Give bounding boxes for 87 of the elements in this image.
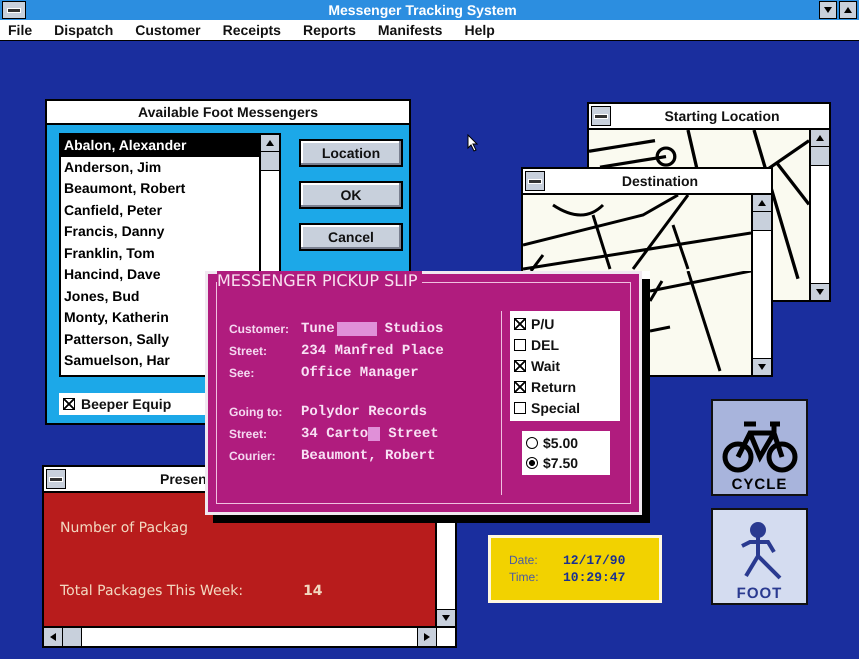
menu-item[interactable]: File	[8, 22, 32, 38]
menu-item[interactable]: Receipts	[222, 22, 281, 38]
scroll-up-icon[interactable]	[261, 135, 279, 152]
field-label: Customer:	[229, 322, 290, 336]
list-item[interactable]: Beaumont, Robert	[61, 178, 259, 200]
stat-label: Number of Packag	[60, 520, 188, 536]
tile-label: CYCLE	[732, 477, 788, 493]
window-title: Destination	[620, 173, 700, 189]
window-title: Presen	[159, 471, 208, 487]
window-title: Starting Location	[663, 108, 781, 124]
scroll-thumb[interactable]	[261, 152, 279, 171]
checkbox-label: P/U	[531, 316, 554, 332]
list-item[interactable]: Abalon, Alexander	[61, 135, 259, 156]
field-value[interactable]: Tune	[301, 320, 335, 336]
menu-item[interactable]: Customer	[135, 22, 201, 38]
radio-button[interactable]	[526, 457, 538, 469]
dialog-title: Available Foot Messengers	[47, 101, 409, 125]
dialog-button[interactable]: Location	[299, 139, 403, 167]
system-menu-icon[interactable]	[2, 1, 26, 19]
system-menu-icon[interactable]	[46, 469, 66, 489]
scroll-down-icon[interactable]	[753, 358, 771, 375]
dialog-button[interactable]: Cancel	[299, 223, 403, 251]
field-label: Going to:	[229, 404, 284, 418]
list-item[interactable]: Franklin, Tom	[61, 242, 259, 264]
redaction-mark	[336, 322, 377, 336]
radio-button[interactable]	[526, 437, 538, 449]
dialog-button[interactable]: OK	[299, 181, 403, 209]
menu-item[interactable]: Dispatch	[54, 22, 114, 38]
scroll-up-icon[interactable]	[753, 195, 771, 212]
clock-label: Time:	[509, 570, 540, 585]
scroll-down-icon[interactable]	[811, 283, 829, 300]
mode-tile[interactable]: FOOT	[711, 508, 808, 605]
field-value[interactable]: Street	[388, 426, 439, 442]
clock-value: 12/17/90	[563, 553, 626, 568]
checkbox[interactable]	[514, 339, 526, 351]
redaction-mark	[368, 426, 380, 440]
checkbox-label: Special	[531, 400, 580, 416]
menu-item[interactable]: Help	[464, 22, 495, 38]
minimize-icon[interactable]	[819, 1, 837, 19]
checkbox-label: Return	[531, 379, 576, 395]
field-value[interactable]: Studios	[384, 320, 444, 336]
clock-value: 10:29:47	[563, 570, 626, 585]
field-value[interactable]: 234 Manfred Place	[301, 342, 444, 358]
list-item[interactable]: Francis, Danny	[61, 221, 259, 242]
checkbox[interactable]	[514, 318, 526, 330]
stat-value: 14	[303, 582, 323, 599]
checkbox[interactable]	[514, 381, 526, 393]
system-menu-icon[interactable]	[591, 106, 611, 126]
stat-label: Total Packages This Week:	[60, 582, 244, 599]
scroll-left-icon[interactable]	[44, 628, 63, 646]
mouse-pointer-icon	[467, 134, 479, 152]
checkbox-label: Wait	[531, 358, 560, 374]
field-value[interactable]: Beaumont, Robert	[301, 448, 436, 464]
scroll-right-icon[interactable]	[417, 628, 437, 646]
radio-label: $5.00	[543, 435, 578, 451]
field-label: Street:	[229, 344, 268, 358]
scrollbar[interactable]	[809, 130, 829, 300]
list-item[interactable]: Anderson, Jim	[61, 156, 259, 178]
scroll-thumb[interactable]	[753, 212, 771, 231]
radio-label: $7.50	[543, 455, 578, 471]
clock-label: Date:	[509, 553, 539, 568]
checkbox[interactable]	[63, 398, 75, 410]
bicycle-icon	[722, 419, 798, 475]
mode-tile[interactable]: CYCLE	[711, 399, 808, 496]
checkbox[interactable]	[514, 402, 526, 414]
scroll-thumb[interactable]	[63, 628, 82, 646]
system-menu-icon[interactable]	[525, 171, 545, 191]
scroll-up-icon[interactable]	[811, 130, 829, 147]
checkbox-label: Beeper Equip	[81, 396, 172, 412]
field-label: Street:	[229, 426, 268, 440]
checkbox[interactable]	[514, 360, 526, 372]
list-item[interactable]: Canfield, Peter	[61, 200, 259, 221]
menu-item[interactable]: Reports	[302, 22, 356, 38]
tile-label: FOOT	[736, 586, 782, 602]
checkbox-label: DEL	[531, 337, 559, 353]
maximize-icon[interactable]	[839, 1, 857, 19]
field-value[interactable]: 34 Carto	[301, 426, 368, 442]
menu-item[interactable]: Manifests	[378, 22, 442, 38]
field-value[interactable]: Office Manager	[301, 364, 419, 380]
scroll-down-icon[interactable]	[437, 609, 455, 626]
field-label: Courier:	[229, 448, 277, 462]
window-title: Messenger Tracking System	[327, 2, 518, 18]
scrollbar[interactable]	[751, 195, 771, 375]
field-label: See:	[229, 366, 256, 380]
scrollbar[interactable]	[44, 626, 455, 646]
field-value[interactable]: Polydor Records	[301, 404, 428, 420]
scroll-thumb[interactable]	[811, 147, 829, 166]
